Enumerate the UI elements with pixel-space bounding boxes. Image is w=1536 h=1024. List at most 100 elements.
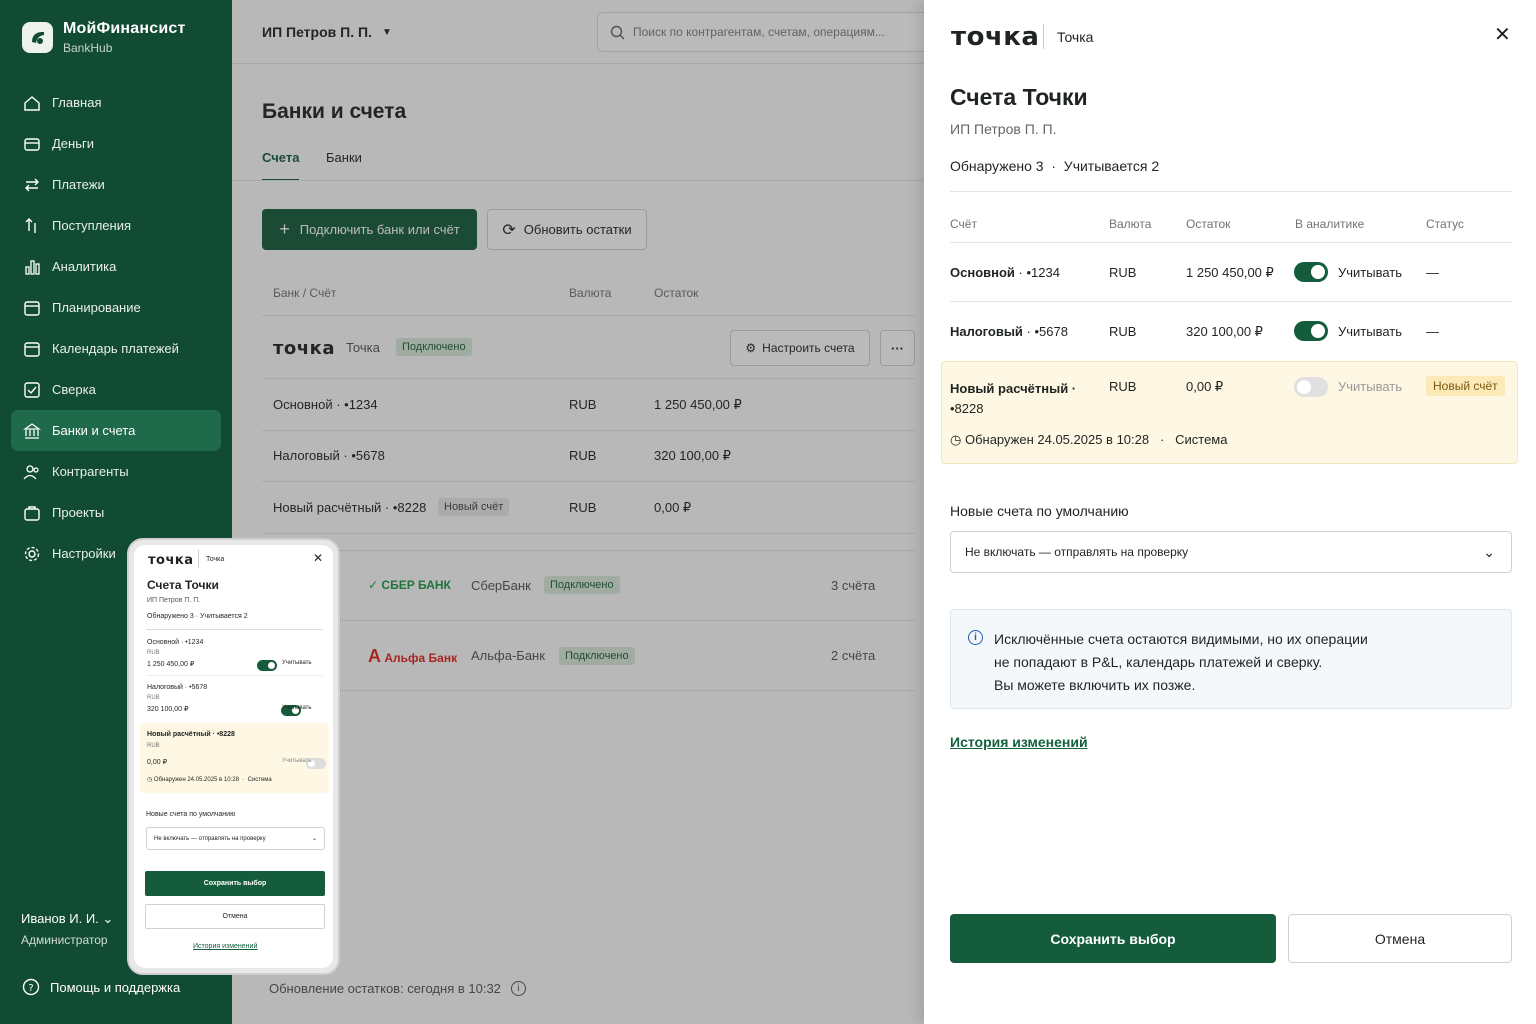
detected-row: ◷ Обнаружен 24.05.2025 в 10:28 · Система: [950, 432, 1228, 447]
toggle-label: Учитывать: [1338, 265, 1403, 280]
history-link[interactable]: История изменений: [950, 734, 1088, 750]
account-number: · •5678: [1026, 324, 1068, 339]
divider: [950, 191, 1512, 192]
column-status: Статус: [1426, 217, 1464, 231]
sidebar-item-label: Планирование: [52, 300, 141, 315]
mobile-detected-text: Обнаружен 24.05.2025 в 10:28: [153, 777, 239, 783]
mobile-account-balance: 320 100,00 ₽: [147, 706, 189, 713]
account-balance: 1 250 450,00 ₽: [1186, 265, 1274, 280]
mobile-bank-name: Точка: [206, 556, 225, 563]
sidebar-item[interactable]: Платежи: [11, 164, 221, 205]
panel-title: Счета Точки: [950, 84, 1088, 110]
mobile-save-button[interactable]: Сохранить выбор: [145, 871, 325, 896]
account-balance: 0,00 ₽: [1186, 379, 1224, 394]
mobile-close-icon[interactable]: ✕: [313, 551, 323, 565]
account-currency: RUB: [1109, 324, 1137, 339]
user-name: Иванов И. И.: [21, 911, 99, 926]
sidebar-item[interactable]: Главная: [11, 82, 221, 123]
save-button[interactable]: Сохранить выбор: [950, 914, 1276, 963]
sidebar-nav: Главная Деньги Платежи Поступления Аналитика…: [11, 82, 221, 574]
chevron-down-icon: ⌄: [1483, 543, 1495, 560]
sidebar-item-label: Настройки: [52, 546, 116, 561]
brand-subtitle: BankHub: [63, 41, 113, 55]
wallet-icon: [24, 137, 40, 151]
home-icon: [24, 95, 40, 111]
toggle-label: Учитывать: [1338, 324, 1403, 339]
column-account: Счёт: [950, 217, 977, 231]
mobile-account-currency: RUB: [147, 743, 160, 749]
divider: [950, 242, 1512, 243]
clock-icon: ◷: [950, 432, 962, 447]
sidebar-item[interactable]: Контрагенты: [11, 451, 221, 492]
mobile-screen: точка Точка ✕ Счета Точки ИП Петров П. П…: [134, 545, 333, 968]
app-logo-icon: [22, 22, 53, 53]
sidebar-item-label: Деньги: [52, 136, 94, 151]
mobile-cancel-button[interactable]: Отмена: [145, 904, 325, 929]
help-link[interactable]: ? Помощь и поддержка: [22, 978, 180, 996]
detected-by: Система: [1175, 432, 1228, 447]
sidebar-item-label: Сверка: [52, 382, 96, 397]
mobile-account-balance: 1 250 450,00 ₽: [147, 661, 195, 668]
reconcile-icon: [24, 381, 40, 398]
sidebar-item-label: Календарь платежей: [52, 341, 179, 356]
clock-icon: ◷: [147, 777, 153, 783]
analytics-toggle[interactable]: [1294, 321, 1328, 341]
svg-text:?: ?: [28, 983, 33, 994]
calendar-icon: [24, 300, 40, 316]
sidebar-item[interactable]: Банки и счета: [11, 410, 221, 451]
mobile-tochka-logo: точка: [148, 553, 194, 568]
chart-icon: [25, 259, 40, 275]
sidebar-item[interactable]: Деньги: [11, 123, 221, 164]
divider: [950, 301, 1512, 302]
cancel-button[interactable]: Отмена: [1288, 914, 1512, 963]
account-status: —: [1426, 265, 1439, 280]
analytics-toggle[interactable]: [1294, 377, 1328, 397]
sidebar-item[interactable]: Поступления: [11, 205, 221, 246]
sidebar-item[interactable]: Аналитика: [11, 246, 221, 287]
bank-icon: [23, 422, 41, 439]
sidebar-item[interactable]: Календарь платежей: [11, 328, 221, 369]
close-icon[interactable]: ✕: [1494, 22, 1511, 47]
detected-text: Обнаружен 24.05.2025 в 10:28: [964, 432, 1150, 447]
sidebar-item[interactable]: Планирование: [11, 287, 221, 328]
sidebar-item-label: Контрагенты: [52, 464, 129, 479]
mobile-account-name: Налоговый · •5678: [147, 684, 208, 691]
account-number: · •1234: [1018, 265, 1060, 280]
default-accounts-dropdown[interactable]: Не включать — отправлять на проверку ⌄: [950, 531, 1512, 573]
new-account-badge: Новый счёт: [1426, 376, 1505, 396]
mobile-default-value: Не включать — отправлять на проверку: [154, 835, 266, 842]
column-balance: Остаток: [1186, 217, 1231, 231]
column-analytics: В аналитике: [1295, 217, 1365, 231]
user-role: Администратор: [21, 933, 108, 947]
sidebar-item-label: Аналитика: [52, 259, 117, 274]
income-icon: [25, 217, 36, 233]
sidebar-item[interactable]: Проекты: [11, 492, 221, 533]
mobile-summary: Обнаружено 3 · Учитывается 2: [147, 613, 248, 620]
account-balance: 320 100,00 ₽: [1186, 324, 1263, 339]
tochka-accounts-panel: точка Точка ✕ Счета Точки ИП Петров П. П…: [924, 0, 1536, 1024]
mobile-toggle-label: Учитывать: [282, 758, 312, 764]
account-title: Налоговый: [950, 324, 1023, 339]
chevron-down-icon: ⌄: [102, 911, 114, 926]
chevron-down-icon: ⌄: [311, 836, 317, 842]
account-status: —: [1426, 324, 1439, 339]
mobile-history-link[interactable]: История изменений: [193, 943, 257, 950]
account-currency: RUB: [1109, 379, 1137, 394]
help-icon: ?: [22, 978, 40, 996]
mobile-detected-by: Система: [247, 777, 272, 783]
sidebar-item[interactable]: Сверка: [11, 369, 221, 410]
analytics-toggle[interactable]: [1294, 262, 1328, 282]
users-icon: [23, 464, 39, 479]
transfer-icon: [25, 178, 39, 191]
mobile-analytics-toggle[interactable]: [257, 660, 277, 671]
mobile-default-dropdown[interactable]: Не включать — отправлять на проверку ⌄: [146, 827, 325, 850]
logo-divider: [1043, 24, 1044, 49]
mobile-account-name: Основной · •1234: [147, 639, 204, 646]
column-currency: Валюта: [1109, 217, 1152, 231]
account-name: Налоговый · •5678: [950, 324, 1068, 339]
toggle-label: Учитывать: [1338, 379, 1403, 394]
mobile-preview: точка Точка ✕ Счета Точки ИП Петров П. П…: [127, 538, 340, 975]
info-box: i Исключённые счета остаются видимыми, н…: [950, 609, 1512, 709]
user-menu[interactable]: Иванов И. И. ⌄: [21, 911, 113, 927]
summary-counted: Учитывается 2: [1063, 158, 1160, 174]
